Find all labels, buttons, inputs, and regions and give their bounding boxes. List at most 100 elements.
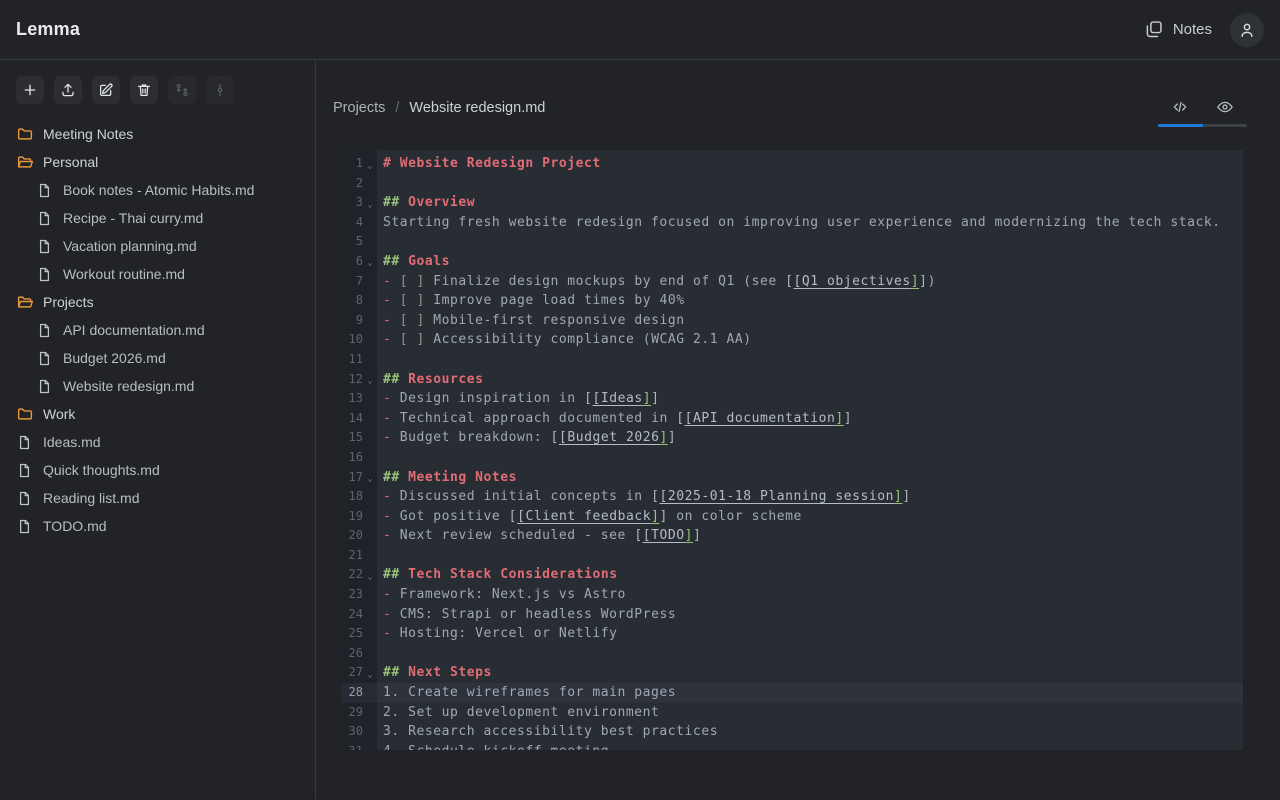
tree-file-recipe-thai-curry-md[interactable]: Recipe - Thai curry.md — [0, 204, 315, 232]
active-tab-indicator — [1158, 124, 1203, 127]
fold-spacer — [363, 338, 377, 343]
tab-source-view[interactable] — [1158, 94, 1203, 120]
line-number[interactable]: 9 — [341, 311, 377, 331]
topbar-actions: Notes — [1143, 13, 1264, 47]
line-number[interactable]: 13 — [341, 389, 377, 409]
folder-open-icon — [16, 293, 34, 311]
editor-line-4[interactable]: 4Starting fresh website redesign focused… — [341, 213, 1243, 233]
editor-line-6[interactable]: 6⌄## Goals — [341, 252, 1243, 272]
editor-line-content: - Hosting: Vercel or Netlify — [377, 624, 1243, 644]
editor-line-16[interactable]: 16 — [341, 448, 1243, 468]
tree-item-label: Website redesign.md — [63, 378, 194, 394]
edit-button[interactable] — [92, 76, 120, 104]
line-number[interactable]: 8 — [341, 291, 377, 311]
line-number[interactable]: 17⌄ — [341, 468, 377, 488]
editor-line-content: - [ ] Mobile-first responsive design — [377, 311, 1243, 331]
fold-chevron-icon[interactable]: ⌄ — [363, 152, 377, 177]
tree-file-todo-md[interactable]: TODO.md — [0, 512, 315, 540]
fold-chevron-icon[interactable]: ⌄ — [363, 465, 377, 490]
new-note-button[interactable] — [16, 76, 44, 104]
fold-chevron-icon[interactable]: ⌄ — [363, 367, 377, 392]
tree-folder-meeting-notes[interactable]: Meeting Notes — [0, 120, 315, 148]
line-number[interactable]: 3⌄ — [341, 193, 377, 213]
line-number[interactable]: 6⌄ — [341, 252, 377, 272]
editor-line-10[interactable]: 10- [ ] Accessibility compliance (WCAG 2… — [341, 330, 1243, 350]
line-number[interactable]: 31 — [341, 742, 377, 750]
editor-line-1[interactable]: 1⌄# Website Redesign Project — [341, 154, 1243, 174]
editor-line-12[interactable]: 12⌄## Resources — [341, 370, 1243, 390]
editor-line-27[interactable]: 27⌄## Next Steps — [341, 663, 1243, 683]
line-number[interactable]: 20 — [341, 526, 377, 546]
tree-folder-personal[interactable]: Personal — [0, 148, 315, 176]
editor-line-19[interactable]: 19- Got positive [[Client feedback]] on … — [341, 507, 1243, 527]
tree-folder-projects[interactable]: Projects — [0, 288, 315, 316]
upload-button[interactable] — [54, 76, 82, 104]
editor-line-17[interactable]: 17⌄## Meeting Notes — [341, 468, 1243, 488]
editor-line-28[interactable]: 281. Create wireframes for main pages — [341, 683, 1243, 703]
fold-spacer — [363, 357, 377, 362]
line-number[interactable]: 18 — [341, 487, 377, 507]
editor-line-14[interactable]: 14- Technical approach documented in [[A… — [341, 409, 1243, 429]
tree-file-api-documentation-md[interactable]: API documentation.md — [0, 316, 315, 344]
fold-chevron-icon[interactable]: ⌄ — [363, 661, 377, 686]
tree-file-vacation-planning-md[interactable]: Vacation planning.md — [0, 232, 315, 260]
line-number[interactable]: 23 — [341, 585, 377, 605]
editor-line-8[interactable]: 8- [ ] Improve page load times by 40% — [341, 291, 1243, 311]
editor-line-26[interactable]: 26 — [341, 644, 1243, 664]
editor-line-11[interactable]: 11 — [341, 350, 1243, 370]
line-number[interactable]: 15 — [341, 428, 377, 448]
line-number[interactable]: 1⌄ — [341, 154, 377, 174]
editor-line-23[interactable]: 23- Framework: Next.js vs Astro — [341, 585, 1243, 605]
tree-file-quick-thoughts-md[interactable]: Quick thoughts.md — [0, 456, 315, 484]
notes-button[interactable]: Notes — [1143, 19, 1212, 40]
line-number[interactable]: 4 — [341, 213, 377, 233]
editor-line-18[interactable]: 18- Discussed initial concepts in [[2025… — [341, 487, 1243, 507]
editor-line-25[interactable]: 25- Hosting: Vercel or Netlify — [341, 624, 1243, 644]
line-number[interactable]: 27⌄ — [341, 663, 377, 683]
fold-chevron-icon[interactable]: ⌄ — [363, 563, 377, 588]
editor-line-21[interactable]: 21 — [341, 546, 1243, 566]
tree-file-budget-2026-md[interactable]: Budget 2026.md — [0, 344, 315, 372]
fold-chevron-icon[interactable]: ⌄ — [363, 191, 377, 216]
line-number[interactable]: 28 — [341, 683, 377, 703]
line-number[interactable]: 19 — [341, 507, 377, 527]
editor-line-5[interactable]: 5 — [341, 232, 1243, 252]
editor-line-24[interactable]: 24- CMS: Strapi or headless WordPress — [341, 605, 1243, 625]
line-number[interactable]: 29 — [341, 703, 377, 723]
delete-button[interactable] — [130, 76, 158, 104]
editor-line-20[interactable]: 20- Next review scheduled - see [[TODO]] — [341, 526, 1243, 546]
tree-folder-work[interactable]: Work — [0, 400, 315, 428]
tree-file-reading-list-md[interactable]: Reading list.md — [0, 484, 315, 512]
tree-file-book-notes-atomic-habits-md[interactable]: Book notes - Atomic Habits.md — [0, 176, 315, 204]
tree-file-ideas-md[interactable]: Ideas.md — [0, 428, 315, 456]
eye-icon — [1216, 98, 1234, 116]
editor-line-13[interactable]: 13- Design inspiration in [[Ideas]] — [341, 389, 1243, 409]
file-tree: Meeting NotesPersonal Book notes - Atomic… — [0, 120, 315, 540]
editor-line-2[interactable]: 2 — [341, 174, 1243, 194]
line-number[interactable]: 22⌄ — [341, 565, 377, 585]
editor-line-9[interactable]: 9- [ ] Mobile-first responsive design — [341, 311, 1243, 331]
editor-line-22[interactable]: 22⌄## Tech Stack Considerations — [341, 565, 1243, 585]
editor-line-3[interactable]: 3⌄## Overview — [341, 193, 1243, 213]
tree-item-label: Book notes - Atomic Habits.md — [63, 182, 254, 198]
editor-line-15[interactable]: 15- Budget breakdown: [[Budget 2026]] — [341, 428, 1243, 448]
user-avatar-button[interactable] — [1230, 13, 1264, 47]
breadcrumb-folder[interactable]: Projects — [333, 100, 385, 116]
tree-file-website-redesign-md[interactable]: Website redesign.md — [0, 372, 315, 400]
line-number[interactable]: 30 — [341, 722, 377, 742]
line-number[interactable]: 10 — [341, 330, 377, 350]
line-number[interactable]: 7 — [341, 272, 377, 292]
tree-file-workout-routine-md[interactable]: Workout routine.md — [0, 260, 315, 288]
editor-line-31[interactable]: 314. Schedule kickoff meeting — [341, 742, 1243, 750]
line-number[interactable]: 24 — [341, 605, 377, 625]
fold-chevron-icon[interactable]: ⌄ — [363, 249, 377, 274]
line-number[interactable]: 25 — [341, 624, 377, 644]
tab-preview[interactable] — [1203, 94, 1248, 120]
line-number[interactable]: 12⌄ — [341, 370, 377, 390]
markdown-editor[interactable]: 1⌄# Website Redesign Project23⌄## Overvi… — [341, 150, 1243, 750]
line-number[interactable]: 14 — [341, 409, 377, 429]
editor-line-29[interactable]: 292. Set up development environment — [341, 703, 1243, 723]
code-icon — [1171, 98, 1189, 116]
editor-line-30[interactable]: 303. Research accessibility best practic… — [341, 722, 1243, 742]
editor-line-7[interactable]: 7- [ ] Finalize design mockups by end of… — [341, 272, 1243, 292]
